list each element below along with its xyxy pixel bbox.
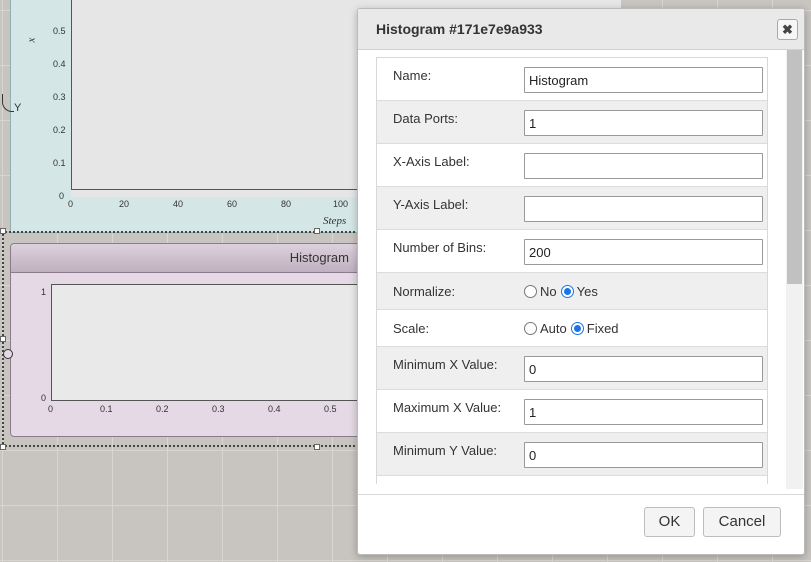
scale-fixed-radio[interactable] bbox=[570, 321, 584, 335]
resize-handle[interactable] bbox=[0, 336, 6, 342]
dialog-titlebar[interactable]: Histogram #171e7e9a933 ✖ bbox=[358, 9, 804, 50]
y-axis-title: x bbox=[25, 37, 38, 43]
name-input[interactable] bbox=[524, 67, 763, 93]
field-min-x: Minimum X Value: bbox=[377, 347, 767, 390]
field-label: Number of Bins: bbox=[393, 240, 487, 255]
number-of-bins-input[interactable] bbox=[524, 239, 763, 265]
resize-handle[interactable] bbox=[314, 444, 320, 450]
dialog-body: Name: Data Ports: X-Axis Label: Y-Axis L… bbox=[376, 57, 768, 484]
field-label: Minimum X Value: bbox=[393, 357, 498, 372]
field-label: Data Ports: bbox=[393, 111, 459, 126]
field-number-of-bins: Number of Bins: bbox=[377, 230, 767, 273]
max-x-input[interactable] bbox=[524, 399, 763, 425]
field-normalize: Normalize: No Yes bbox=[377, 273, 767, 310]
close-icon: ✖ bbox=[782, 22, 793, 37]
scale-auto-radio[interactable] bbox=[524, 321, 537, 335]
scrollbar-thumb[interactable] bbox=[787, 50, 802, 284]
dialog-footer: OK Cancel bbox=[358, 494, 804, 555]
port-label-y: Y bbox=[14, 102, 22, 114]
normalize-no-radio[interactable] bbox=[524, 284, 537, 298]
x-tick: 0 bbox=[68, 199, 74, 209]
scale-radio-group: Auto Fixed bbox=[524, 321, 623, 336]
field-x-axis-label: X-Axis Label: bbox=[377, 144, 767, 187]
x-axis-label-input[interactable] bbox=[524, 153, 763, 179]
radio-label: Yes bbox=[576, 283, 598, 299]
y-tick: 0.1 bbox=[53, 158, 66, 168]
field-max-x: Maximum X Value: bbox=[377, 390, 767, 433]
min-y-input[interactable] bbox=[524, 442, 763, 468]
field-label: Minimum Y Value: bbox=[393, 443, 498, 458]
connection-wire bbox=[2, 94, 14, 112]
resize-handle[interactable] bbox=[314, 228, 320, 234]
resize-handle[interactable] bbox=[0, 228, 6, 234]
radio-label: No bbox=[540, 283, 557, 299]
histogram-properties-dialog: Histogram #171e7e9a933 ✖ Name: Data Port… bbox=[357, 8, 805, 555]
resize-handle[interactable] bbox=[0, 444, 6, 450]
radio-label: Auto bbox=[540, 320, 567, 336]
field-label: Maximum X Value: bbox=[393, 400, 502, 415]
x-tick: 100 bbox=[333, 199, 349, 209]
field-partial bbox=[377, 476, 767, 484]
normalize-radio-group: No Yes bbox=[524, 284, 602, 299]
y-tick: 0.4 bbox=[53, 59, 66, 69]
x-axis-title: Steps bbox=[323, 215, 347, 227]
field-label: Name: bbox=[393, 68, 432, 83]
x-tick: 20 bbox=[119, 199, 130, 209]
field-min-y: Minimum Y Value: bbox=[377, 433, 767, 476]
field-label: Scale: bbox=[393, 320, 430, 336]
y-tick: 0 bbox=[59, 191, 65, 201]
y-tick: 0.2 bbox=[53, 125, 66, 135]
close-button[interactable]: ✖ bbox=[777, 19, 798, 40]
field-label: Normalize: bbox=[393, 283, 456, 299]
y-axis-label-input[interactable] bbox=[524, 196, 763, 222]
x-tick: 40 bbox=[173, 199, 184, 209]
field-data-ports: Data Ports: bbox=[377, 101, 767, 144]
dialog-scrollbar[interactable] bbox=[786, 50, 803, 489]
properties-form: Name: Data Ports: X-Axis Label: Y-Axis L… bbox=[376, 57, 768, 484]
radio-label: Fixed bbox=[586, 320, 619, 336]
field-scale: Scale: Auto Fixed bbox=[377, 310, 767, 347]
field-label: X-Axis Label: bbox=[393, 154, 470, 169]
dialog-title: Histogram #171e7e9a933 bbox=[376, 21, 543, 37]
normalize-yes-radio[interactable] bbox=[560, 284, 574, 298]
y-axis bbox=[71, 0, 72, 189]
y-tick: 0.3 bbox=[53, 92, 66, 102]
field-label: Y-Axis Label: bbox=[393, 197, 469, 212]
min-x-input[interactable] bbox=[524, 356, 763, 382]
input-port[interactable] bbox=[3, 349, 13, 359]
y-tick: 0.5 bbox=[53, 26, 66, 36]
field-name: Name: bbox=[377, 58, 767, 101]
x-tick: 60 bbox=[227, 199, 238, 209]
data-ports-input[interactable] bbox=[524, 110, 763, 136]
ok-button[interactable]: OK bbox=[644, 507, 695, 537]
x-tick: 80 bbox=[281, 199, 292, 209]
field-y-axis-label: Y-Axis Label: bbox=[377, 187, 767, 230]
cancel-button[interactable]: Cancel bbox=[703, 507, 781, 537]
